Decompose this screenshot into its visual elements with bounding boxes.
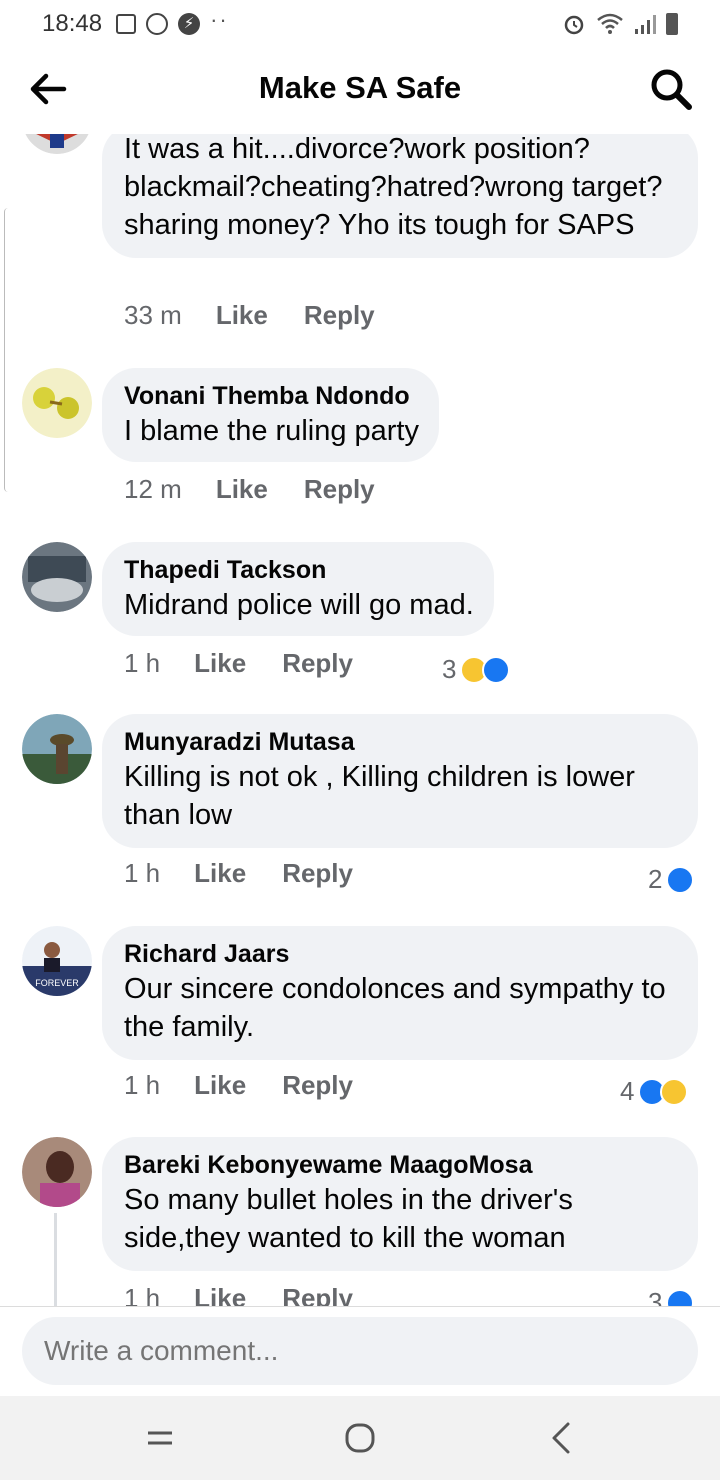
- haha-reaction-icon: [660, 1077, 689, 1106]
- reply-thread-line: [54, 1213, 57, 1306]
- comment-bubble[interactable]: Vonani Themba Ndondo I blame the ruling …: [102, 368, 439, 462]
- whatsapp-icon: [146, 13, 169, 35]
- reaction-count: 4: [620, 1076, 635, 1106]
- battery-icon: [666, 13, 678, 35]
- alarm-icon: [564, 15, 584, 35]
- comment-bubble[interactable]: Bareki Kebonyewame MaagoMosa So many bul…: [102, 1137, 698, 1271]
- comment-author[interactable]: Richard Jaars: [124, 938, 678, 970]
- reply-button[interactable]: Reply: [304, 300, 375, 331]
- reply-button[interactable]: Reply: [282, 858, 353, 889]
- comment-author[interactable]: Thapedi Tackson: [124, 554, 474, 586]
- comment-author[interactable]: Munyaradzi Mutasa: [124, 726, 678, 758]
- comment-actions: 33 m Like Reply: [124, 300, 375, 331]
- comment-text: I blame the ruling party: [124, 415, 419, 447]
- comment-time: 1 h: [124, 648, 161, 678]
- system-nav-bar: [0, 1396, 720, 1480]
- reactions-summary[interactable]: 4: [620, 1076, 689, 1107]
- reaction-count: 3: [648, 1287, 663, 1306]
- recent-apps-icon[interactable]: [138, 1416, 182, 1460]
- comment-input[interactable]: [22, 1317, 698, 1385]
- reply-button[interactable]: Reply: [282, 648, 353, 679]
- search-icon[interactable]: [646, 64, 696, 114]
- comment-text: Midrand police will go mad.: [124, 589, 474, 621]
- reactions-summary[interactable]: 2: [648, 864, 695, 895]
- comment-time: 1 h: [124, 858, 161, 888]
- avatar[interactable]: [22, 134, 92, 154]
- reaction-count: 2: [648, 864, 663, 894]
- reactions-summary[interactable]: 3: [442, 654, 511, 685]
- app-header: Make SA Safe: [0, 48, 720, 134]
- comment-bubble[interactable]: Munyaradzi Mutasa Killing is not ok , Ki…: [102, 714, 698, 848]
- like-button[interactable]: Like: [194, 648, 246, 679]
- comment-author[interactable]: Vonani Themba Ndondo: [124, 380, 419, 412]
- comment-time: 12 m: [124, 474, 182, 504]
- like-button[interactable]: Like: [216, 300, 268, 331]
- comment-actions: 1 h Like Reply: [124, 1283, 353, 1306]
- comment-text: So many bullet holes in the driver's sid…: [124, 1184, 573, 1254]
- svg-text:FOREVER: FOREVER: [35, 978, 79, 988]
- bolt-icon: ⚡: [178, 13, 201, 35]
- comment-actions: 12 m Like Reply: [124, 474, 375, 505]
- like-button[interactable]: Like: [194, 858, 246, 889]
- comment-actions: 1 h Like Reply: [124, 858, 353, 889]
- comment-author[interactable]: Bareki Kebonyewame MaagoMosa: [124, 1149, 678, 1181]
- comment-text: Killing is not ok , Killing children is …: [124, 761, 635, 831]
- like-button[interactable]: Like: [216, 474, 268, 505]
- signal-icon: [635, 15, 656, 34]
- avatar[interactable]: [22, 368, 92, 438]
- reaction-count: 3: [442, 654, 457, 684]
- home-icon[interactable]: [338, 1416, 382, 1460]
- comment-text: It was a hit....divorce?work position? b…: [124, 134, 663, 241]
- status-time: 18:48: [42, 10, 103, 37]
- avatar[interactable]: FOREVER: [22, 926, 92, 996]
- avatar[interactable]: [22, 542, 92, 612]
- back-icon[interactable]: [540, 1416, 584, 1460]
- like-reaction-icon: [666, 1288, 695, 1306]
- comment-text: Our sincere condolonces and sympathy to …: [124, 973, 666, 1043]
- reactions-summary[interactable]: 3: [648, 1287, 695, 1306]
- page-title: Make SA Safe: [258, 70, 462, 105]
- like-reaction-icon: [482, 655, 511, 684]
- comment-bubble[interactable]: Richard Jaars Our sincere condolonces an…: [102, 926, 698, 1060]
- gallery-icon: [116, 14, 137, 34]
- comment-actions: 1 h Like Reply: [124, 1070, 353, 1101]
- comment-time: 1 h: [124, 1283, 161, 1306]
- like-reaction-icon: [666, 865, 695, 894]
- reply-button[interactable]: Reply: [282, 1283, 353, 1306]
- like-button[interactable]: Like: [194, 1070, 246, 1101]
- comment-time: 33 m: [124, 300, 182, 330]
- avatar[interactable]: [22, 1137, 92, 1207]
- comments-list[interactable]: It was a hit....divorce?work position? b…: [0, 134, 720, 1306]
- reply-button[interactable]: Reply: [304, 474, 375, 505]
- comment-actions: 1 h Like Reply: [124, 648, 353, 679]
- wifi-icon: [597, 13, 623, 34]
- comment-bubble[interactable]: Thapedi Tackson Midrand police will go m…: [102, 542, 494, 636]
- status-bar: 18:48 ⚡ ··: [0, 0, 720, 48]
- avatar[interactable]: [22, 714, 92, 784]
- comment-composer: [0, 1306, 720, 1396]
- comment-time: 1 h: [124, 1070, 161, 1100]
- like-button[interactable]: Like: [194, 1283, 246, 1306]
- more-notifications-icon: ··: [210, 7, 229, 32]
- comment-bubble[interactable]: It was a hit....divorce?work position? b…: [102, 134, 698, 258]
- thread-indicator: [4, 208, 8, 492]
- reply-button[interactable]: Reply: [282, 1070, 353, 1101]
